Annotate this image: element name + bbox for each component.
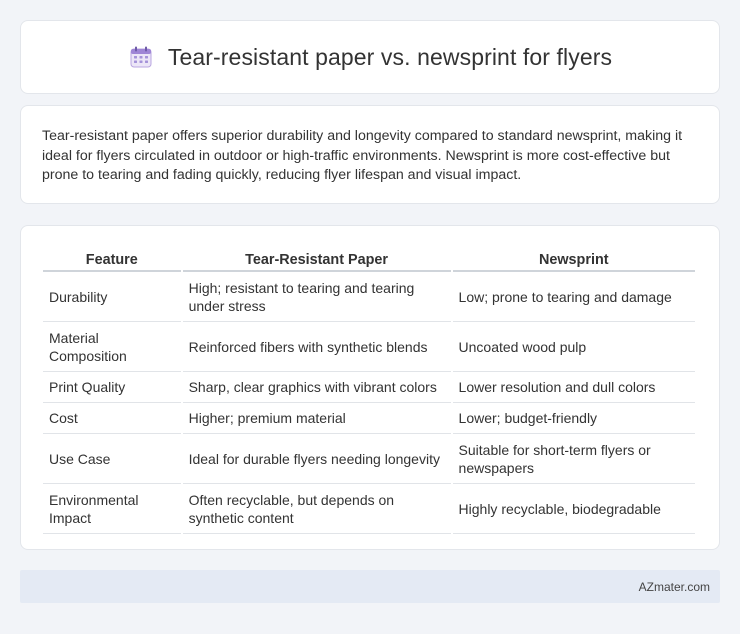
tear-resistant-cell: Reinforced fibers with synthetic blends [182,322,451,372]
tear-resistant-cell: Sharp, clear graphics with vibrant color… [182,372,451,403]
feature-cell: Material Composition [43,322,181,372]
feature-cell: Print Quality [43,372,181,403]
newsprint-cell: Lower resolution and dull colors [452,372,695,403]
summary-card: Tear-resistant paper offers superior dur… [20,105,720,204]
newsprint-cell: Highly recyclable, biodegradable [452,484,695,534]
table-row: Durability High; resistant to tearing an… [43,272,695,322]
table-row: Environmental Impact Often recyclable, b… [43,484,695,534]
table-header-row: Feature Tear-Resistant Paper Newsprint [43,246,695,272]
newsprint-cell: Uncoated wood pulp [452,322,695,372]
column-header-newsprint: Newsprint [452,246,695,272]
newsprint-cell: Suitable for short-term flyers or newspa… [452,434,695,484]
newsprint-cell: Low; prone to tearing and damage [452,272,695,322]
table-row: Use Case Ideal for durable flyers needin… [43,434,695,484]
tear-resistant-cell: Often recyclable, but depends on synthet… [182,484,451,534]
tear-resistant-cell: Ideal for durable flyers needing longevi… [182,434,451,484]
calendar-icon [128,44,154,70]
feature-cell: Environmental Impact [43,484,181,534]
summary-text: Tear-resistant paper offers superior dur… [42,128,683,183]
newsprint-cell: Lower; budget-friendly [452,403,695,434]
footer: AZmater.com [20,570,720,603]
comparison-table-card: Feature Tear-Resistant Paper Newsprint D… [20,225,720,550]
table-row: Material Composition Reinforced fibers w… [43,322,695,372]
table-row: Print Quality Sharp, clear graphics with… [43,372,695,403]
comparison-table: Feature Tear-Resistant Paper Newsprint D… [41,246,697,534]
page-title: Tear-resistant paper vs. newsprint for f… [167,43,613,70]
footer-brand-link[interactable]: AZmater.com [639,580,710,594]
table-row: Cost Higher; premium material Lower; bud… [43,403,695,434]
header-card: Tear-resistant paper vs. newsprint for f… [20,20,720,94]
feature-cell: Use Case [43,434,181,484]
feature-cell: Cost [43,403,181,434]
feature-cell: Durability [43,272,181,322]
column-header-tear-resistant: Tear-Resistant Paper [182,246,451,272]
header: Tear-resistant paper vs. newsprint for f… [128,44,612,71]
tear-resistant-cell: Higher; premium material [182,403,451,434]
column-header-feature: Feature [43,246,181,272]
tear-resistant-cell: High; resistant to tearing and tearing u… [182,272,451,322]
